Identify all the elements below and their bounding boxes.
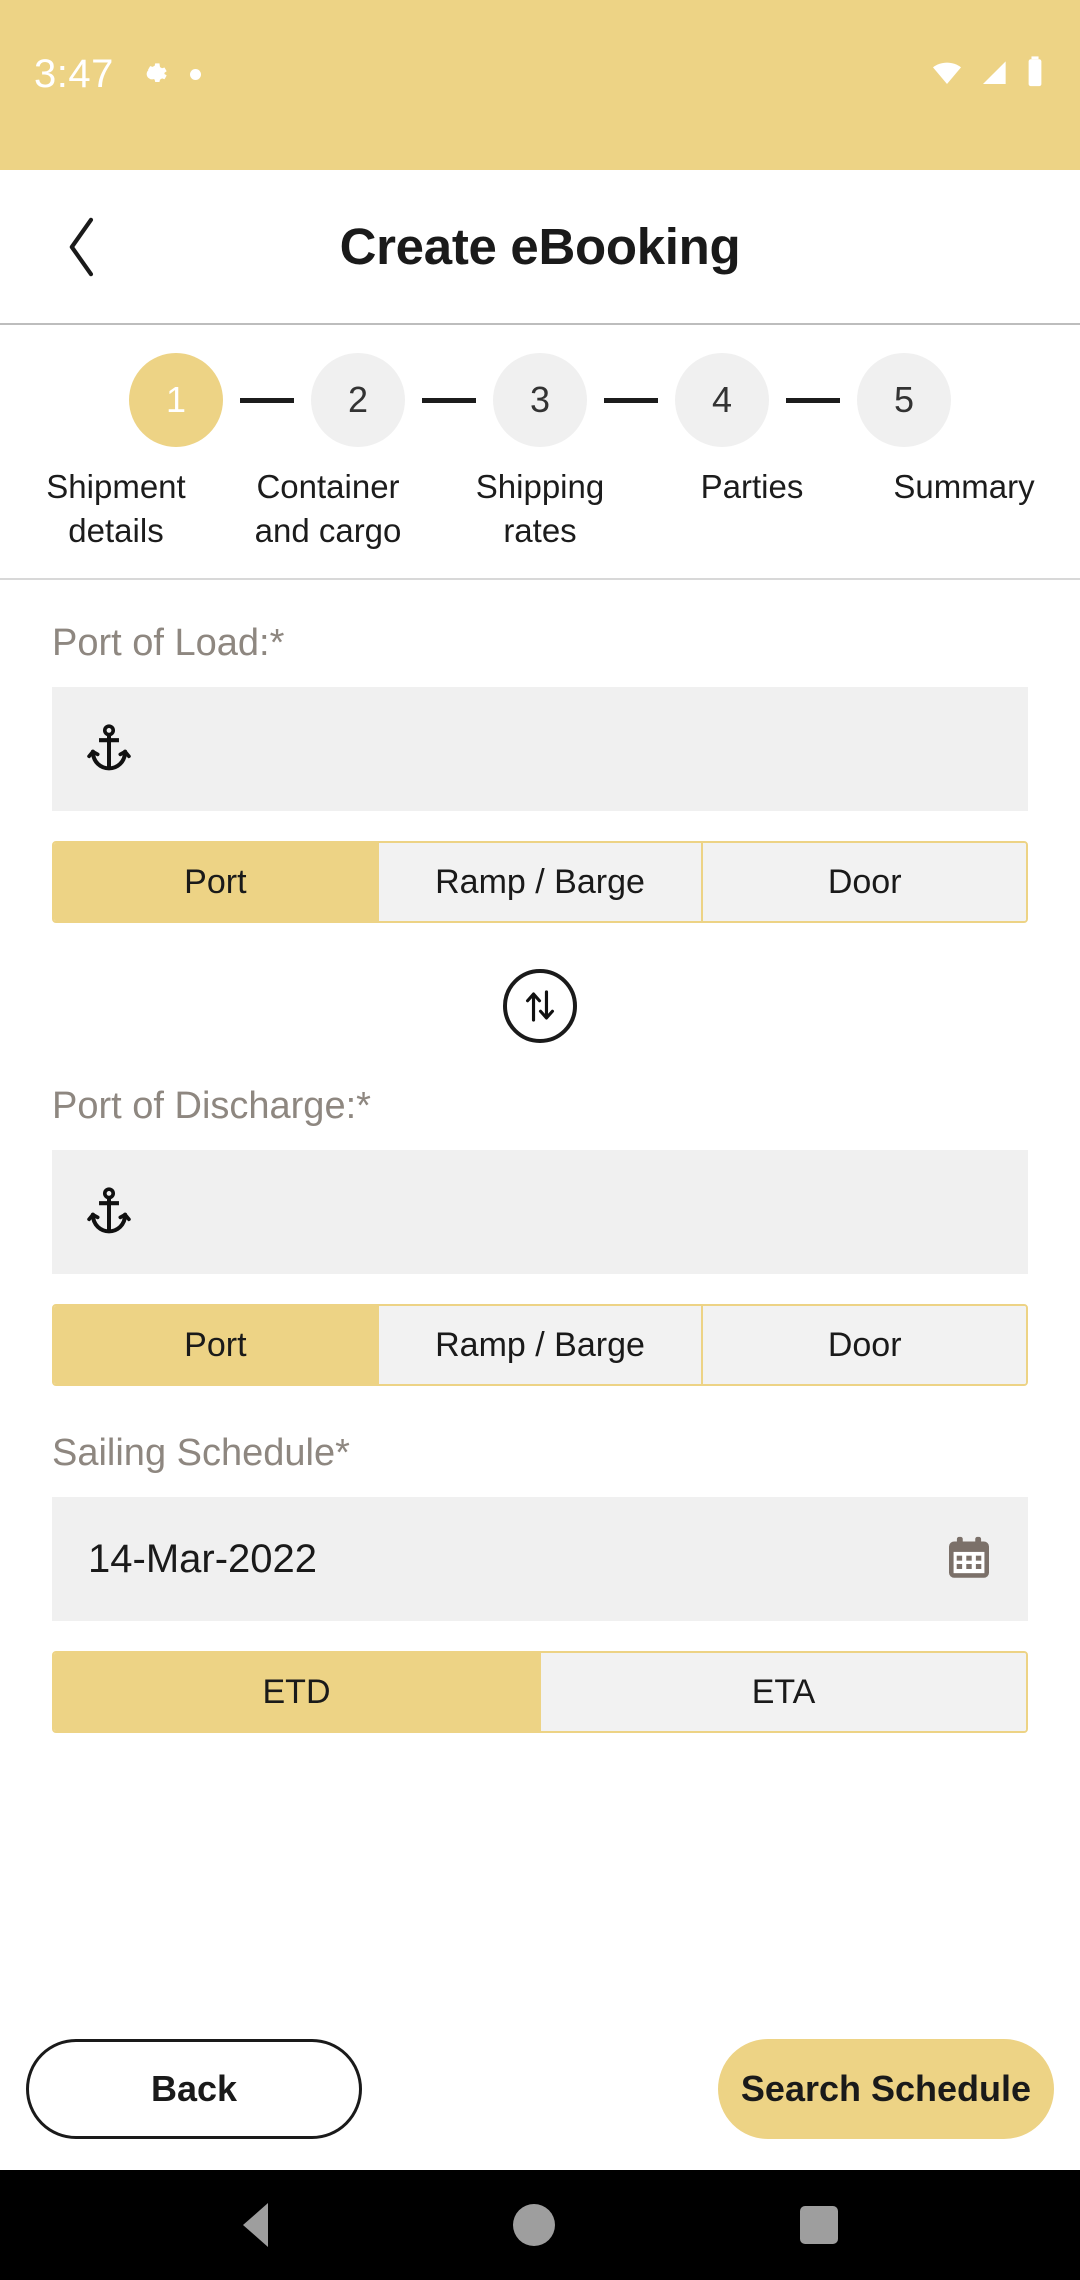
anchor-icon [86,723,132,775]
app-header: Create eBooking [0,170,1080,325]
status-bar-left: 3:47 [34,54,201,94]
step-connector-4 [786,397,840,403]
port-of-discharge-option-ramp-barge[interactable]: Ramp / Barge [378,1306,704,1385]
nav-recents-icon[interactable] [799,2206,838,2244]
step-label-4: Parties [700,468,804,505]
step-connector-3 [604,397,658,403]
step-connector-1 [240,397,294,403]
swap-ports-row [52,969,1028,1044]
signal-icon [978,56,1012,93]
port-of-load-option-ramp-barge[interactable]: Ramp / Barge [378,843,704,922]
sailing-schedule-date-input[interactable]: 14-Mar-2022 [52,1497,1028,1622]
swap-vertical-icon [526,990,554,1022]
sailing-schedule-type-toggle: ETD ETA [52,1651,1028,1734]
android-navigation-bar [0,2170,1080,2280]
anchor-icon [86,1186,132,1238]
nav-home-icon[interactable] [512,2204,555,2246]
status-bar: 3:47 [0,0,1080,170]
step-label-3: Shipping rates [475,468,605,549]
calendar-icon[interactable] [944,1534,994,1584]
chevron-left-icon [69,217,94,276]
step-label-2: Container and cargo [254,468,402,549]
port-of-load-option-port[interactable]: Port [54,843,379,922]
battery-icon [1024,55,1046,94]
progress-stepper: 1 2 3 4 5 Shipment details Container and… [0,325,1080,581]
swap-ports-button[interactable] [503,969,577,1044]
port-of-load-option-door[interactable]: Door [703,843,1026,922]
stepper-circles-row: 1 2 3 4 5 [0,353,1080,447]
sailing-schedule-option-eta[interactable]: ETA [541,1653,1026,1732]
port-of-load-input[interactable] [52,687,1028,812]
port-of-discharge-option-door[interactable]: Door [703,1306,1026,1385]
status-time: 3:47 [34,52,114,96]
wifi-icon [928,56,966,93]
step-label-1: Shipment details [46,468,186,549]
stepper-labels-row: Shipment details Container and cargo Shi… [0,465,1080,552]
port-of-discharge-input[interactable] [52,1150,1028,1275]
port-of-discharge-label: Port of Discharge:* [52,1085,371,1128]
step-circle-1[interactable]: 1 [129,353,223,447]
port-of-discharge-option-port[interactable]: Port [54,1306,379,1385]
sailing-schedule-block: Sailing Schedule* 14-Mar-2022 ETD ETA [52,1432,1028,1734]
sailing-schedule-date-value: 14-Mar-2022 [88,1536,318,1581]
status-bar-right [928,55,1046,94]
port-of-discharge-mode-toggle: Port Ramp / Barge Door [52,1304,1028,1387]
step-circle-2[interactable]: 2 [311,353,405,447]
port-of-load-mode-toggle: Port Ramp / Barge Door [52,841,1028,924]
search-schedule-button[interactable]: Search Schedule [718,2039,1054,2139]
sailing-schedule-option-etd[interactable]: ETD [54,1653,541,1732]
notification-dot-icon [189,68,201,80]
sailing-schedule-label: Sailing Schedule* [52,1432,350,1475]
gear-icon [136,58,168,90]
step-circle-4[interactable]: 4 [675,353,769,447]
port-of-load-label: Port of Load:* [52,622,285,665]
page-title: Create eBooking [339,218,741,275]
nav-back-icon[interactable] [242,2203,268,2247]
app-screen: 3:47 Create eBooking 1 2 3 4 5 Shipment … [0,0,1080,2280]
step-connector-2 [422,397,476,403]
step-label-5: Summary [893,468,1035,505]
back-button[interactable] [48,212,118,282]
form-content: Port of Load:* Port Ramp / Barge Door Po… [0,580,1080,2008]
back-footer-button[interactable]: Back [26,2039,362,2139]
footer-actions: Back Search Schedule [0,2008,1080,2170]
step-circle-5[interactable]: 5 [857,353,951,447]
step-circle-3[interactable]: 3 [493,353,587,447]
